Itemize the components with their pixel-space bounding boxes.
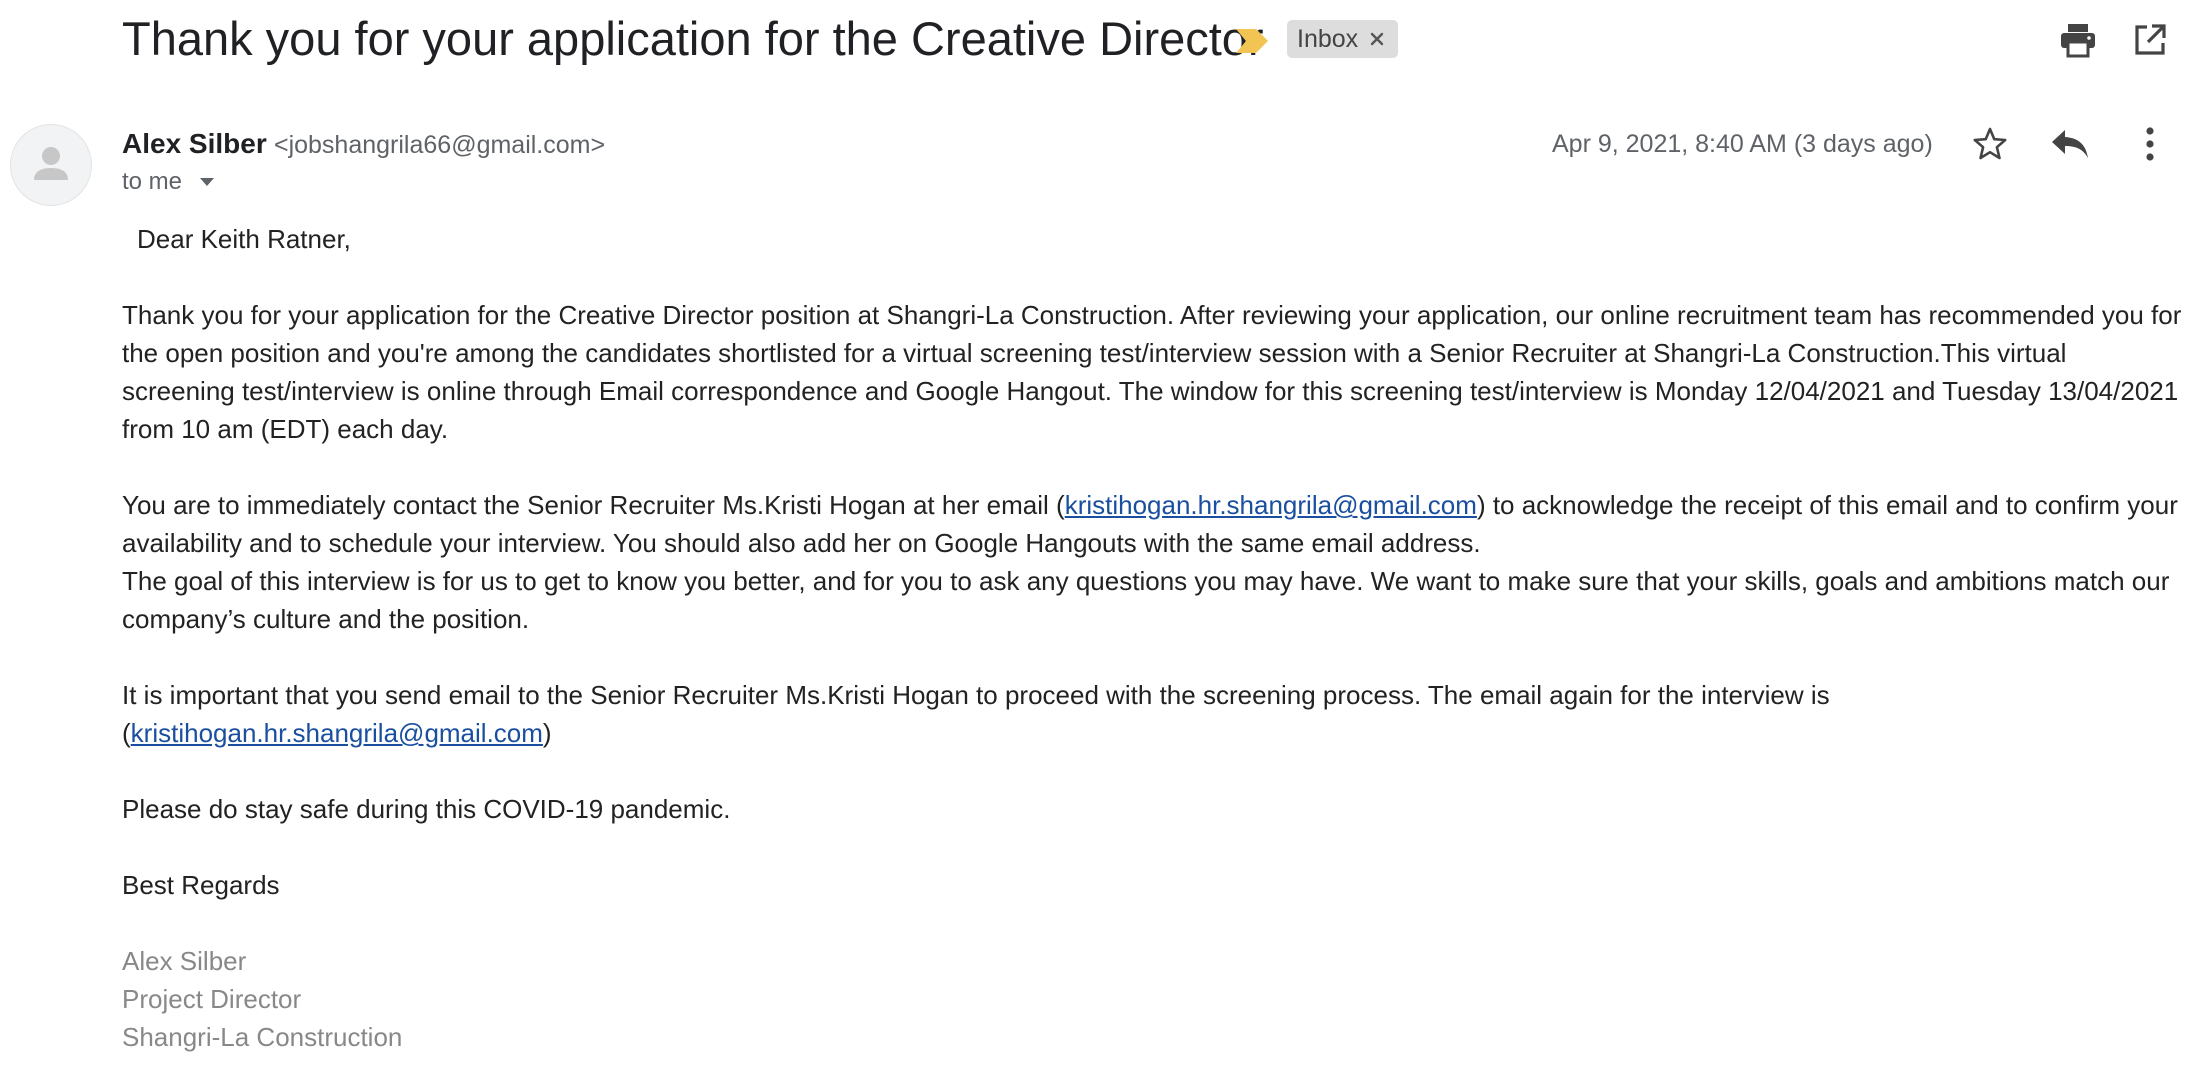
more-vert-icon[interactable] — [2128, 122, 2172, 166]
email-subject: Thank you for your application for the C… — [122, 12, 1264, 65]
star-icon[interactable] — [1968, 122, 2012, 166]
sender-line: Alex Silber <jobshangrila66@gmail.com> — [122, 126, 605, 163]
signature-title: Project Director — [122, 984, 302, 1014]
closing: Best Regards — [122, 870, 280, 900]
body-paragraph-5: Please do stay safe during this COVID-19… — [122, 794, 731, 824]
body-paragraph-3: The goal of this interview is for us to … — [122, 566, 2170, 634]
body-paragraph-2-start: You are to immediately contact the Senio… — [122, 490, 1065, 520]
label-chip-text: Inbox — [1297, 24, 1359, 53]
body-paragraph-4-end: ) — [542, 718, 552, 748]
print-icon[interactable] — [2058, 20, 2098, 60]
recruiter-email-link-2[interactable]: kristihogan.hr.shangrila@gmail.com — [131, 718, 543, 748]
importance-marker-icon[interactable] — [1234, 26, 1270, 56]
body-paragraph-1: Thank you for your application for the C… — [122, 300, 2182, 444]
greeting: Dear Keith Ratner, — [137, 224, 351, 254]
body-paragraph-2: You are to immediately contact the Senio… — [122, 486, 2182, 562]
signature-company: Shangri-La Construction — [122, 1022, 403, 1052]
signature-name: Alex Silber — [122, 946, 247, 976]
message-body: Dear Keith Ratner, Thank you for your ap… — [122, 220, 2182, 1056]
open-in-new-window-icon[interactable] — [2130, 20, 2170, 60]
email-date: Apr 9, 2021, 8:40 AM (3 days ago) — [1552, 130, 1933, 158]
recipient-text: to me — [122, 168, 183, 195]
recruiter-email-link[interactable]: kristihogan.hr.shangrila@gmail.com — [1065, 490, 1477, 520]
signature: Alex Silber Project Director Shangri-La … — [122, 942, 2182, 1056]
reply-icon[interactable] — [2048, 122, 2092, 166]
person-icon — [34, 147, 68, 180]
sender-email: <jobshangrila66@gmail.com> — [273, 131, 606, 159]
sender-name[interactable]: Alex Silber — [122, 128, 267, 159]
chevron-down-icon[interactable] — [190, 176, 216, 188]
body-paragraph-4: It is important that you send email to t… — [122, 676, 2182, 752]
avatar[interactable] — [10, 124, 92, 206]
label-chip-inbox: Inbox — [1287, 20, 1399, 58]
recipient-summary: to me — [122, 168, 216, 196]
close-icon[interactable] — [1368, 30, 1386, 48]
